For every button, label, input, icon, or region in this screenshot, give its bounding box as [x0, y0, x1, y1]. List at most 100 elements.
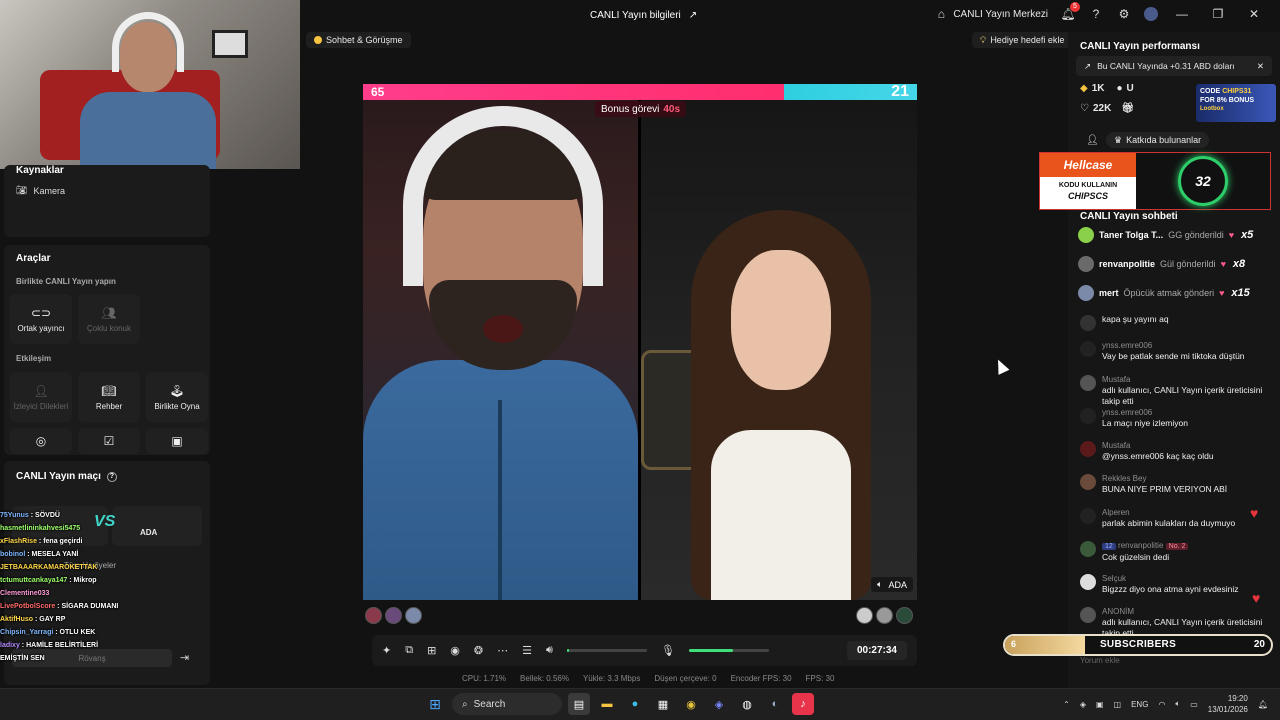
effects-icon[interactable]: ❂ — [474, 644, 483, 657]
chat-username[interactable]: ynss.emre006 — [1102, 341, 1152, 350]
supporter-avatar[interactable] — [856, 607, 873, 624]
overlay-chat-text: fena geçirdi — [43, 538, 83, 545]
steam-icon[interactable]: ◐ — [764, 693, 786, 715]
live-center-button[interactable]: ⌂ CANLI Yayın Merkezi — [933, 6, 1048, 22]
tray-icon[interactable]: ▣ — [1096, 700, 1104, 709]
language-indicator[interactable]: ENG — [1131, 700, 1148, 709]
speaker-icon[interactable]: 🔈︎ — [877, 579, 882, 590]
chat-username[interactable]: renvanpolitie — [1118, 541, 1163, 550]
volume-icon[interactable]: 🔈︎ — [1175, 699, 1180, 709]
coins-stat: ◆ 1K ● U — [1080, 83, 1134, 94]
volume-icon[interactable]: 🔊︎ — [546, 644, 553, 657]
tiktok-live-icon[interactable]: ♪ — [792, 693, 814, 715]
gift-goal-button[interactable]: 💡︎ Hediye hedefi ekle — [972, 32, 1073, 48]
maximize-button[interactable]: ❐ — [1206, 7, 1230, 21]
wifi-icon[interactable]: ◠ — [1158, 700, 1165, 709]
sources-title: Kaynaklar — [16, 165, 64, 176]
avatar[interactable] — [1078, 256, 1094, 272]
chat-username[interactable]: Alperen — [1102, 508, 1130, 517]
supporter-avatar[interactable] — [365, 607, 382, 624]
chat-username[interactable]: ANONİM — [1102, 607, 1134, 616]
system-clock[interactable]: 19:20 13/01/2026 — [1208, 693, 1248, 715]
avatar[interactable] — [1080, 574, 1096, 590]
tool-target-button[interactable]: ◎ — [10, 428, 72, 454]
gear-icon[interactable]: ⚙ — [1116, 6, 1132, 22]
people-icon: ● — [1116, 83, 1123, 94]
avatar[interactable] — [1080, 474, 1096, 490]
gift-sender[interactable]: Taner Tolga T... — [1099, 230, 1163, 240]
mic-volume-slider[interactable] — [688, 649, 769, 652]
more-icon[interactable]: ⋯ — [497, 644, 508, 657]
bell-icon[interactable]: 🔔︎ 5 — [1060, 2, 1080, 22]
taskbar-search[interactable]: ⌕ Search — [452, 693, 562, 715]
avatar[interactable] — [1080, 541, 1096, 557]
windows-start-icon[interactable]: ⊞ — [424, 693, 446, 715]
avatar[interactable] — [1078, 285, 1094, 301]
minimize-button[interactable]: — — [1170, 7, 1194, 21]
hellcase-overlay: Hellcase KODU KULLANIN CHIPSCS 32 — [1039, 152, 1271, 210]
close-button[interactable]: ✕ — [1242, 7, 1266, 21]
battle-score-bar — [363, 84, 917, 100]
mouse-cursor — [992, 357, 1010, 375]
battery-icon[interactable]: ▭ — [1190, 700, 1198, 709]
store-icon[interactable]: ▦ — [652, 693, 674, 715]
magic-wand-icon[interactable]: ✦ — [382, 644, 391, 657]
viewer-requests-button[interactable]: 👤︎ İzleyici Dilekleri — [10, 372, 72, 422]
speaker-volume-slider[interactable] — [566, 649, 647, 652]
sources-card: Kaynaklar 📷︎ Kamera — [4, 165, 210, 237]
record-icon[interactable]: ◉ — [450, 644, 460, 657]
notification-icon[interactable]: 🔔︎ — [1258, 700, 1268, 709]
discord-icon[interactable]: ◈ — [708, 693, 730, 715]
tool-checklist-button[interactable]: ☑ — [78, 428, 140, 454]
overlay-chat-line: tctumuttcankaya147 : Mikrop — [0, 577, 97, 584]
avatar[interactable] — [1080, 408, 1096, 424]
close-icon[interactable]: ✕ — [1257, 61, 1264, 72]
supporter-avatar[interactable] — [876, 607, 893, 624]
file-explorer-icon[interactable]: ▤ — [568, 693, 590, 715]
avatar[interactable] — [1080, 315, 1096, 331]
info-icon[interactable]: ? — [106, 471, 117, 482]
gift-sender[interactable]: mert — [1099, 288, 1119, 298]
folder-icon[interactable]: ▬ — [596, 693, 618, 715]
chat-text: @ynss.emre006 kaç kaç oldu — [1102, 451, 1214, 461]
live-info-title[interactable]: CANLI Yayın bilgileri ↗ — [590, 10, 697, 21]
avatar[interactable] — [1080, 441, 1096, 457]
screen-icon[interactable]: ⊞ — [427, 644, 436, 657]
tool-box-button[interactable]: ▣ — [146, 428, 208, 454]
chat-username[interactable]: Mustafa — [1102, 441, 1130, 450]
multi-guest-button[interactable]: 👥︎ Çoklu konuk — [78, 294, 140, 344]
edge-icon[interactable]: ● — [624, 693, 646, 715]
chat-username[interactable]: ynss.emre006 — [1102, 408, 1152, 417]
source-camera[interactable]: 📷︎ Kamera — [16, 185, 65, 196]
chat-username[interactable]: Rekkles Bey — [1102, 474, 1146, 483]
cohost-button[interactable]: ⊂⊃ Ortak yayıncı — [10, 294, 72, 344]
microphone-icon[interactable]: 🎙︎ — [661, 644, 675, 657]
share-icon[interactable]: ↗ — [689, 10, 697, 21]
layout-icon[interactable]: ⧉ — [405, 644, 413, 657]
avatar[interactable] — [1080, 508, 1096, 524]
avatar[interactable] — [1080, 341, 1096, 357]
chrome-icon[interactable]: ◉ — [680, 693, 702, 715]
overlay-chat-user: Chipsin_Yarragi — [0, 629, 54, 636]
play-together-button[interactable]: 🕹︎ Birlikte Oyna — [146, 372, 208, 422]
supporter-avatar[interactable] — [896, 607, 913, 624]
gift-sender[interactable]: renvanpolitie — [1099, 259, 1155, 269]
guide-button[interactable]: 📖︎ Rehber — [78, 372, 140, 422]
supporter-avatar[interactable] — [385, 607, 402, 624]
sliders-icon[interactable]: ☰ — [522, 644, 532, 657]
user-add-icon[interactable]: 👤︎ — [1086, 135, 1099, 146]
chevron-up-icon[interactable]: ⌃ — [1063, 700, 1070, 709]
avatar[interactable] — [1080, 607, 1096, 623]
contributors-button[interactable]: ♛ Katkıda bulunanlar — [1106, 132, 1210, 148]
chat-username[interactable]: Selçuk — [1102, 574, 1126, 583]
discord-tray-icon[interactable]: ◈ — [1080, 700, 1086, 709]
avatar[interactable] — [1080, 375, 1096, 391]
avatar[interactable] — [1144, 7, 1158, 21]
tray-icon[interactable]: ◫ — [1114, 700, 1122, 709]
chat-call-chip[interactable]: Sohbet & Görüşme — [306, 32, 411, 48]
help-icon[interactable]: ? — [1088, 6, 1104, 22]
obs-icon[interactable]: ◍ — [736, 693, 758, 715]
chat-username[interactable]: Mustafa — [1102, 375, 1130, 384]
supporter-avatar[interactable] — [405, 607, 422, 624]
avatar[interactable] — [1078, 227, 1094, 243]
